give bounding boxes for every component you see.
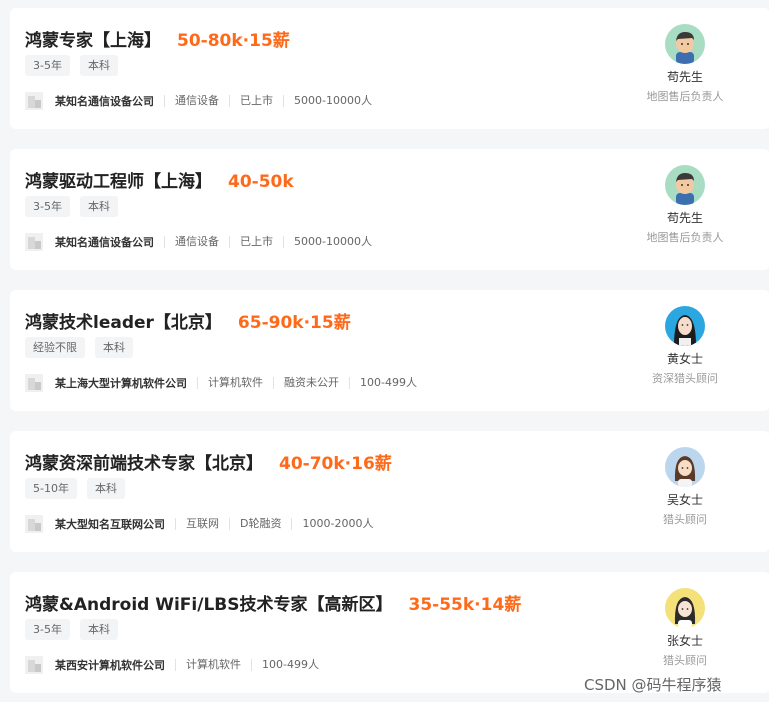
company-stage: 融资未公开 — [273, 377, 339, 389]
male-cartoon-avatar — [665, 165, 705, 205]
recruiter-name: 苟先生 — [666, 70, 703, 84]
company-size: 100-499人 — [251, 659, 319, 671]
company-name[interactable]: 某知名通信设备公司 — [55, 234, 154, 250]
experience-tag: 3-5年 — [25, 55, 70, 76]
company-name[interactable]: 某西安计算机软件公司 — [55, 657, 165, 673]
job-title[interactable]: 鸿蒙驱动工程师【上海】 — [25, 172, 212, 192]
company-size: 1000-2000人 — [291, 518, 373, 530]
company-stage: 已上市 — [229, 95, 273, 107]
job-card[interactable]: 鸿蒙驱动工程师【上海】 40-50k 3-5年 本科 某知名通信设备公司 通信设备… — [10, 149, 769, 270]
education-tag: 本科 — [79, 619, 118, 640]
job-salary: 35-55k·14薪 — [408, 595, 522, 615]
recruiter-info[interactable]: 黄女士 资深猎头顾问 — [620, 306, 750, 386]
recruiter-name: 苟先生 — [666, 211, 703, 225]
company-size: 100-499人 — [349, 377, 417, 389]
company-name[interactable]: 某上海大型计算机软件公司 — [55, 375, 187, 391]
company-size: 5000-10000人 — [283, 236, 372, 248]
education-tag: 本科 — [95, 337, 133, 358]
recruiter-title: 资深猎头顾问 — [652, 372, 718, 385]
recruiter-name: 吴女士 — [666, 493, 703, 507]
recruiter-info[interactable]: 苟先生 地图售后负责人 — [620, 24, 750, 104]
experience-tag: 经验不限 — [25, 337, 85, 358]
recruiter-name: 黄女士 — [666, 352, 703, 366]
company-stage: 已上市 — [229, 236, 273, 248]
job-salary: 40-50k — [228, 172, 294, 192]
company-industry: 通信设备 — [164, 236, 219, 248]
job-card[interactable]: 鸿蒙技术leader【北京】 65-90k·15薪 经验不限 本科 某上海大型计算… — [10, 290, 769, 411]
company-industry: 互联网 — [175, 518, 219, 530]
company-name[interactable]: 某大型知名互联网公司 — [55, 516, 165, 532]
female-cartoon-avatar — [665, 588, 705, 628]
company-size: 5000-10000人 — [283, 95, 372, 107]
job-title[interactable]: 鸿蒙&Android WiFi/LBS技术专家【高新区】 — [25, 595, 393, 615]
company-logo-icon — [25, 515, 43, 533]
experience-tag: 5-10年 — [25, 478, 77, 499]
education-tag: 本科 — [86, 478, 125, 499]
female-photo-avatar — [665, 306, 705, 346]
recruiter-info[interactable]: 苟先生 地图售后负责人 — [620, 165, 750, 245]
company-industry: 通信设备 — [164, 95, 219, 107]
education-tag: 本科 — [79, 55, 118, 76]
company-industry: 计算机软件 — [175, 659, 241, 671]
recruiter-title: 猎头顾问 — [663, 513, 707, 526]
job-title[interactable]: 鸿蒙资深前端技术专家【北京】 — [25, 454, 263, 474]
company-logo-icon — [25, 233, 43, 251]
experience-tag: 3-5年 — [25, 196, 70, 217]
job-salary: 50-80k·15薪 — [177, 31, 290, 51]
job-title[interactable]: 鸿蒙技术leader【北京】 — [25, 313, 222, 333]
job-card[interactable]: 鸿蒙资深前端技术专家【北京】 40-70k·16薪 5-10年 本科 某大型知名互… — [10, 431, 769, 552]
company-stage: D轮融资 — [229, 518, 281, 530]
company-name[interactable]: 某知名通信设备公司 — [55, 93, 154, 109]
company-logo-icon — [25, 92, 43, 110]
job-title[interactable]: 鸿蒙专家【上海】 — [25, 31, 161, 51]
recruiter-name: 张女士 — [666, 634, 703, 648]
company-logo-icon — [25, 656, 43, 674]
recruiter-info[interactable]: 吴女士 猎头顾问 — [620, 447, 750, 527]
male-cartoon-avatar — [665, 24, 705, 64]
education-tag: 本科 — [79, 196, 118, 217]
recruiter-info[interactable]: 张女士 猎头顾问 — [620, 588, 750, 668]
recruiter-title: 地图售后负责人 — [646, 231, 724, 244]
female-cartoon-avatar — [665, 447, 705, 487]
company-logo-icon — [25, 374, 43, 392]
recruiter-title: 地图售后负责人 — [646, 90, 724, 103]
watermark-text: CSDN @码牛程序猿 — [584, 676, 722, 694]
job-salary: 40-70k·16薪 — [279, 454, 392, 474]
recruiter-title: 猎头顾问 — [663, 654, 707, 667]
experience-tag: 3-5年 — [25, 619, 70, 640]
job-salary: 65-90k·15薪 — [237, 313, 351, 333]
company-industry: 计算机软件 — [197, 377, 263, 389]
job-card[interactable]: 鸿蒙专家【上海】 50-80k·15薪 3-5年 本科 某知名通信设备公司 通信设… — [10, 8, 769, 129]
